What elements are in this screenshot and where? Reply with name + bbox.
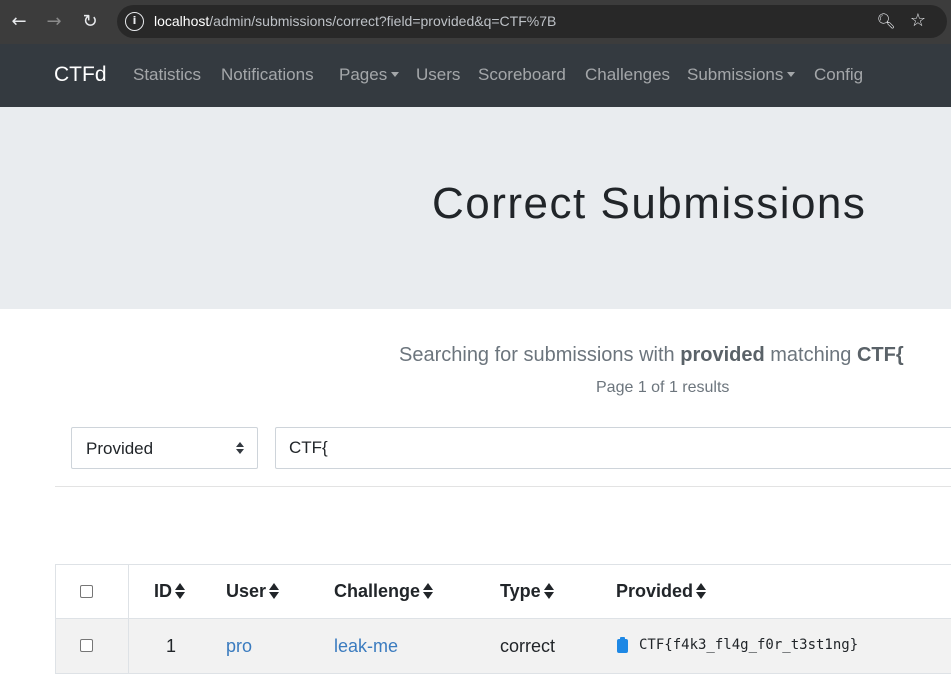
nav-users[interactable]: Users [416,65,460,85]
column-challenge-label: Challenge [334,581,421,601]
page-title: Correct Submissions [432,179,867,228]
row-id: 1 [166,636,177,656]
summary-query: CTF{ [856,344,904,366]
summary-field: provided [680,344,765,366]
table-header: ID User Challenge Type Provided [55,564,951,620]
sort-icon [269,583,280,599]
column-provided[interactable]: Provided [616,581,707,602]
page-header: Correct Submissions [0,107,951,309]
table-row: 1 pro leak-me correct CTF{f4k3_fl4g_f0r_… [55,619,951,674]
column-id[interactable]: ID [154,581,186,602]
column-type-label: Type [500,581,541,601]
column-id-label: ID [154,581,172,601]
nav-scoreboard[interactable]: Scoreboard [478,65,566,85]
row-user-link[interactable]: pro [226,636,252,657]
row-checkbox[interactable] [80,639,93,652]
admin-navbar: CTFd Statistics Notifications Pages User… [0,44,951,107]
nav-submissions-dropdown[interactable]: Submissions [687,65,796,85]
nav-submissions-label: Submissions [687,65,784,84]
column-challenge[interactable]: Challenge [334,581,434,602]
bookmark-star-icon[interactable]: ☆ [907,10,929,32]
reload-icon[interactable]: ↻ [79,11,101,33]
nav-notifications[interactable]: Notifications [221,65,314,85]
nav-challenges[interactable]: Challenges [585,65,670,85]
site-info-icon[interactable]: i [125,12,144,31]
row-provided: CTF{f4k3_fl4g_f0r_t3st1ng} [639,637,859,653]
summary-prefix: Searching for submissions with [399,344,675,366]
column-user-label: User [226,581,267,601]
nav-config[interactable]: Config [814,65,863,85]
sort-icon [696,583,707,599]
forward-arrow-icon[interactable]: → [43,11,65,33]
nav-pages-label: Pages [339,65,388,84]
nav-pages-dropdown[interactable]: Pages [339,65,400,85]
page-info: Page 1 of 1 results [596,379,730,396]
url-text[interactable]: localhost/admin/submissions/correct?fiel… [154,13,556,29]
column-divider [128,619,129,674]
column-type[interactable]: Type [500,581,555,602]
select-arrows-icon [235,439,245,457]
nav-statistics[interactable]: Statistics [133,65,201,85]
divider [55,486,951,487]
caret-down-icon [787,72,796,77]
back-arrow-icon[interactable]: ← [8,11,30,33]
field-select-value: Provided [86,439,154,458]
address-bar[interactable]: i localhost/admin/submissions/correct?fi… [117,5,947,38]
sort-icon [423,583,434,599]
sort-icon [175,583,186,599]
column-provided-label: Provided [616,581,694,601]
sort-icon [543,583,555,599]
clipboard-icon[interactable] [617,637,628,653]
caret-down-icon [391,72,400,77]
field-select[interactable]: Provided [71,427,258,469]
brand-logo[interactable]: CTFd [54,63,107,87]
zoom-icon[interactable]: 🔍︎ [876,11,896,31]
search-summary: Searching for submissions with provided … [399,344,904,367]
column-divider [128,565,129,620]
row-type: correct [500,636,556,656]
browser-toolbar: ← → ↻ i localhost/admin/submissions/corr… [0,0,951,44]
row-challenge-link[interactable]: leak-me [334,636,398,657]
summary-middle: matching [770,344,852,366]
search-input[interactable] [275,427,951,469]
column-user[interactable]: User [226,581,280,602]
select-all-checkbox[interactable] [80,585,93,598]
